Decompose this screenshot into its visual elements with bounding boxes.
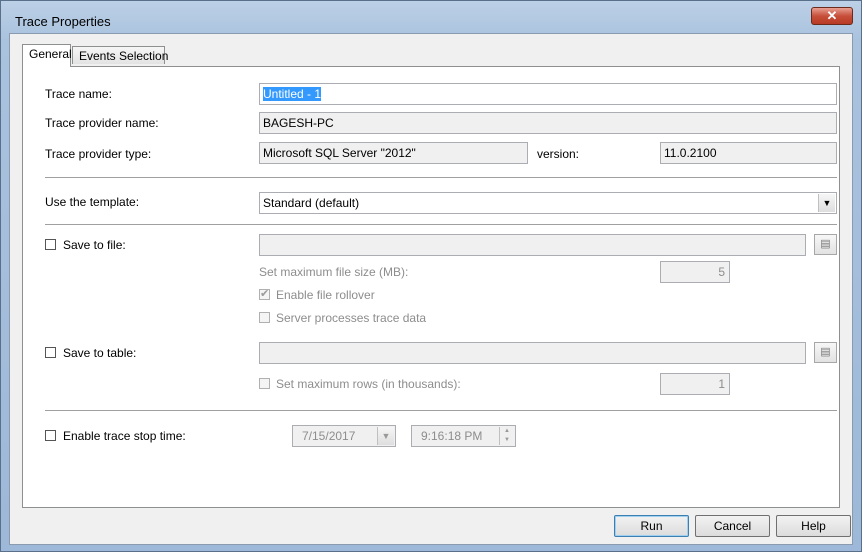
- version-label: version:: [537, 147, 580, 161]
- max-rows-checkbox[interactable]: [259, 378, 270, 389]
- template-select[interactable]: Standard (default) ▼: [259, 192, 837, 214]
- provider-type-label: Trace provider type:: [45, 147, 152, 161]
- window-title: Trace Properties: [15, 14, 111, 29]
- save-to-table-checkbox[interactable]: [45, 347, 56, 358]
- provider-name-field: BAGESH-PC: [259, 112, 837, 134]
- trace-name-label: Trace name:: [45, 87, 112, 101]
- general-panel: Trace name: Untitled - 1 Trace provider …: [22, 66, 840, 508]
- close-icon: ✕: [826, 8, 838, 23]
- server-processes-checkbox[interactable]: [259, 312, 270, 323]
- divider: [45, 177, 837, 178]
- divider: [45, 410, 837, 411]
- save-table-input[interactable]: [259, 342, 806, 364]
- trace-properties-window: Trace Properties ✕ General Events Select…: [0, 0, 862, 552]
- run-button[interactable]: Run: [614, 515, 689, 537]
- spin-updown-icon[interactable]: ▲ ▼: [499, 427, 514, 445]
- stop-date-value: 7/15/2017: [302, 429, 356, 443]
- close-button[interactable]: ✕: [811, 7, 853, 25]
- version-field: 11.0.2100: [660, 142, 837, 164]
- help-button[interactable]: Help: [776, 515, 851, 537]
- max-file-size-input[interactable]: 5: [660, 261, 730, 283]
- stop-time-value: 9:16:18 PM: [421, 429, 483, 443]
- template-value: Standard (default): [263, 196, 360, 210]
- max-rows-input[interactable]: 1: [660, 373, 730, 395]
- file-rollover-checkbox[interactable]: ✔: [259, 288, 270, 300]
- stop-date-picker[interactable]: 7/15/2017 ▼: [292, 425, 396, 447]
- chevron-down-icon[interactable]: ▼: [377, 427, 394, 445]
- provider-name-label: Trace provider name:: [45, 116, 159, 130]
- template-label: Use the template:: [45, 195, 140, 209]
- provider-type-field: Microsoft SQL Server "2012": [259, 142, 528, 164]
- max-rows-label: Set maximum rows (in thousands):: [276, 377, 461, 391]
- browse-table-button[interactable]: ▤: [814, 342, 837, 363]
- checkmark-icon: ✔: [260, 288, 270, 300]
- tab-general[interactable]: General: [22, 44, 72, 67]
- chevron-down-icon[interactable]: ▼: [818, 194, 835, 212]
- stop-time-checkbox[interactable]: [45, 430, 56, 441]
- dialog-client: General Events Selection Trace name: Unt…: [9, 33, 853, 545]
- save-to-file-label: Save to file:: [63, 238, 126, 252]
- cancel-button[interactable]: Cancel: [695, 515, 770, 537]
- max-file-size-label: Set maximum file size (MB):: [259, 265, 409, 279]
- stop-time-input[interactable]: 9:16:18 PM ▲ ▼: [411, 425, 516, 447]
- browse-file-button[interactable]: ▤: [814, 234, 837, 255]
- server-processes-label: Server processes trace data: [276, 311, 427, 325]
- save-to-file-checkbox[interactable]: [45, 239, 56, 250]
- divider: [45, 224, 837, 225]
- title-bar[interactable]: Trace Properties ✕: [1, 1, 861, 33]
- browse-table-icon: ▤: [820, 346, 831, 358]
- save-file-path-input[interactable]: [259, 234, 806, 256]
- stop-time-label: Enable trace stop time:: [63, 429, 186, 443]
- trace-name-input[interactable]: Untitled - 1: [259, 83, 837, 105]
- save-to-table-label: Save to table:: [63, 346, 137, 360]
- browse-folder-icon: ▤: [820, 238, 831, 250]
- file-rollover-label: Enable file rollover: [276, 288, 375, 302]
- tab-events-selection[interactable]: Events Selection: [72, 46, 168, 64]
- trace-name-value: Untitled - 1: [263, 87, 322, 101]
